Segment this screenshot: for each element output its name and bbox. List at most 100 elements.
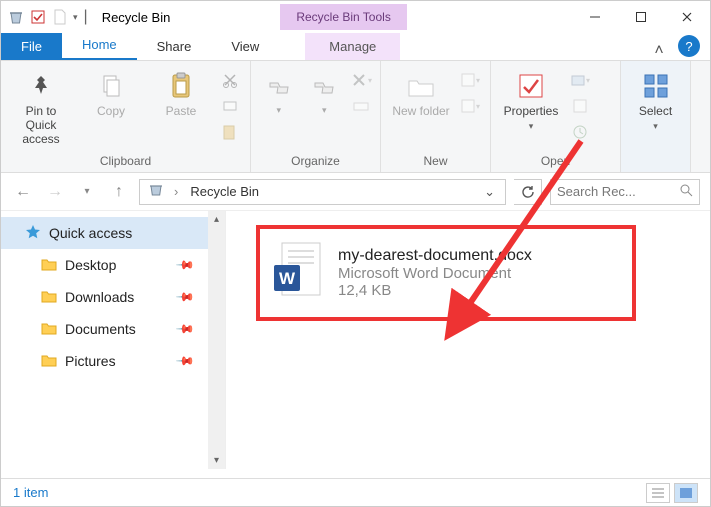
- folder-icon: [41, 353, 57, 370]
- move-to-button[interactable]: ▾: [259, 65, 299, 116]
- title-bar: ▾ | Recycle Bin Recycle Bin Tools: [1, 1, 710, 33]
- history-icon[interactable]: [569, 121, 591, 143]
- sidebar-item-label: Documents: [65, 321, 136, 337]
- sidebar-scrollbar[interactable]: ▴ ▾: [208, 211, 225, 469]
- file-item[interactable]: W my-dearest-document.docx Microsoft Wor…: [256, 225, 636, 321]
- search-box[interactable]: Search Rec...: [550, 179, 700, 205]
- minimize-button[interactable]: [572, 1, 618, 33]
- breadcrumb-chevron-icon[interactable]: ›: [168, 184, 184, 199]
- paste-button[interactable]: Paste: [149, 65, 213, 119]
- sidebar-item-pictures[interactable]: Pictures 📌: [1, 345, 225, 377]
- window-title: Recycle Bin: [102, 10, 171, 25]
- breadcrumb-location[interactable]: Recycle Bin: [184, 184, 265, 199]
- open-small-buttons: ▾: [569, 65, 591, 143]
- document-qat-icon[interactable]: [51, 8, 69, 26]
- new-folder-button[interactable]: New folder: [389, 65, 453, 119]
- thumbnails-view-button[interactable]: [674, 483, 698, 503]
- search-icon: [680, 184, 693, 200]
- cut-icon[interactable]: [219, 69, 241, 91]
- paste-shortcut-icon[interactable]: [219, 121, 241, 143]
- details-view-button[interactable]: [646, 483, 670, 503]
- group-label-select: [629, 166, 682, 170]
- refresh-button[interactable]: [514, 179, 542, 205]
- ribbon-group-clipboard: Pin to Quick access Copy Paste Clipboard: [1, 61, 251, 172]
- new-small-buttons: ▾ ▾: [459, 65, 481, 117]
- clipboard-small-buttons: [219, 65, 241, 143]
- group-label-open: Open: [499, 152, 612, 170]
- organize-small-buttons: ▾: [350, 65, 372, 117]
- ribbon-group-organize: ▾ ▾ ▾ Organize: [251, 61, 381, 172]
- file-size: 12,4 KB: [338, 282, 532, 299]
- content-pane[interactable]: W my-dearest-document.docx Microsoft Wor…: [226, 211, 710, 469]
- group-label-organize: Organize: [259, 152, 372, 170]
- sidebar-item-label: Downloads: [65, 289, 134, 305]
- rename-icon[interactable]: [350, 95, 372, 117]
- copy-to-button[interactable]: ▾: [305, 65, 345, 116]
- copy-button[interactable]: Copy: [79, 65, 143, 119]
- qat-dropdown-icon[interactable]: ▾: [73, 12, 78, 23]
- delete-icon[interactable]: ▾: [350, 69, 372, 91]
- copy-path-icon[interactable]: [219, 95, 241, 117]
- group-label-clipboard: Clipboard: [9, 152, 242, 170]
- pin-icon: 📌: [175, 287, 195, 307]
- search-placeholder: Search Rec...: [557, 184, 636, 199]
- ribbon-group-select: Select ▾: [621, 61, 691, 172]
- folder-icon: [41, 257, 57, 274]
- scroll-up-icon[interactable]: ▴: [208, 211, 225, 228]
- sidebar-item-label: Quick access: [49, 225, 132, 241]
- maximize-button[interactable]: [618, 1, 664, 33]
- navigation-row: ← → ▾ ↑ › Recycle Bin ⌄ Search Rec...: [1, 173, 710, 211]
- ribbon-group-new: New folder ▾ ▾ New: [381, 61, 491, 172]
- sidebar-item-quick-access[interactable]: Quick access: [1, 217, 225, 249]
- folder-icon: [41, 289, 57, 306]
- file-type: Microsoft Word Document: [338, 265, 532, 282]
- pin-icon: 📌: [175, 319, 195, 339]
- sidebar-item-label: Desktop: [65, 257, 116, 273]
- back-button[interactable]: ←: [11, 180, 35, 204]
- recycle-bin-breadcrumb-icon: [148, 182, 164, 201]
- scroll-down-icon[interactable]: ▾: [208, 452, 225, 469]
- new-item-icon[interactable]: ▾: [459, 69, 481, 91]
- address-dropdown-icon[interactable]: ⌄: [478, 184, 501, 200]
- properties-button[interactable]: Properties ▾: [499, 65, 563, 132]
- tab-file[interactable]: File: [1, 33, 62, 60]
- quick-access-toolbar: ▾ |: [1, 8, 96, 26]
- recent-locations-icon[interactable]: ▾: [75, 180, 99, 204]
- body-split: Quick access Desktop 📌 Downloads 📌 Docum…: [1, 211, 710, 469]
- pin-icon: 📌: [175, 351, 195, 371]
- ribbon-collapse-icon[interactable]: ˄: [644, 42, 674, 60]
- word-document-icon: W: [272, 241, 324, 306]
- forward-button[interactable]: →: [43, 180, 67, 204]
- file-name: my-dearest-document.docx: [338, 247, 532, 265]
- recycle-bin-icon: [7, 8, 25, 26]
- star-icon: [25, 224, 41, 243]
- up-button[interactable]: ↑: [107, 180, 131, 204]
- open-icon[interactable]: ▾: [569, 69, 591, 91]
- sidebar-item-downloads[interactable]: Downloads 📌: [1, 281, 225, 313]
- select-button[interactable]: Select ▾: [629, 65, 682, 132]
- sidebar-item-label: Pictures: [65, 353, 116, 369]
- pin-to-quick-access-button[interactable]: Pin to Quick access: [9, 65, 73, 146]
- sidebar-item-desktop[interactable]: Desktop 📌: [1, 249, 225, 281]
- help-icon[interactable]: ?: [678, 35, 700, 57]
- tab-home[interactable]: Home: [62, 31, 137, 60]
- ribbon-body: Pin to Quick access Copy Paste Clipboard…: [1, 61, 710, 173]
- status-bar: 1 item: [1, 478, 710, 506]
- sidebar-item-documents[interactable]: Documents 📌: [1, 313, 225, 345]
- address-bar[interactable]: › Recycle Bin ⌄: [139, 179, 506, 205]
- properties-qat-icon[interactable]: [29, 8, 47, 26]
- ribbon-tab-strip: File Home Share View Manage ˄ ?: [1, 33, 710, 61]
- item-count: 1 item: [13, 485, 48, 500]
- ribbon-group-open: Properties ▾ ▾ Open: [491, 61, 621, 172]
- svg-text:W: W: [279, 269, 296, 288]
- easy-access-icon[interactable]: ▾: [459, 95, 481, 117]
- window-controls: [572, 1, 710, 33]
- contextual-tools-label: Recycle Bin Tools: [280, 4, 407, 30]
- group-label-new: New: [389, 152, 482, 170]
- tab-view[interactable]: View: [211, 33, 279, 60]
- tab-manage[interactable]: Manage: [305, 33, 400, 60]
- pin-icon: 📌: [175, 255, 195, 275]
- close-button[interactable]: [664, 1, 710, 33]
- edit-icon[interactable]: [569, 95, 591, 117]
- tab-share[interactable]: Share: [137, 33, 212, 60]
